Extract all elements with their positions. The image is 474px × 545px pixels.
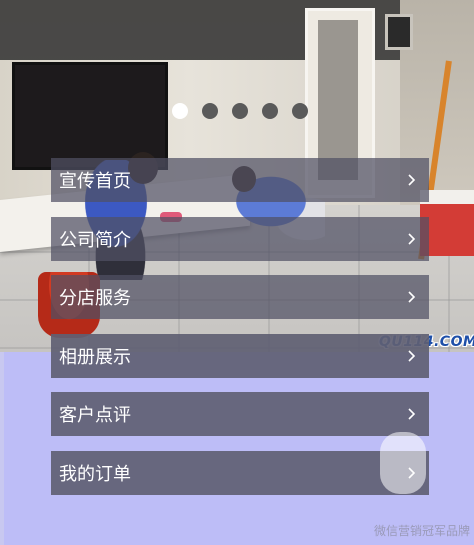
menu-item-label: 我的订单 [59, 464, 131, 485]
banner-pager [172, 103, 308, 119]
menu-item-photo-gallery[interactable]: 相册展示 [51, 334, 429, 378]
chevron-right-icon [405, 230, 419, 248]
pager-dot[interactable] [262, 103, 278, 119]
menu-item-company-intro[interactable]: 公司简介 [51, 217, 429, 261]
menu-item-label: 宣传首页 [59, 171, 131, 192]
chevron-right-icon [405, 288, 419, 306]
chevron-right-icon [405, 347, 419, 365]
left-edge-strip [0, 352, 4, 545]
menu-item-label: 客户点评 [59, 405, 131, 426]
pager-dot[interactable] [202, 103, 218, 119]
menu-item-customer-reviews[interactable]: 客户点评 [51, 392, 429, 436]
decorative-blob [380, 432, 426, 494]
pager-dot[interactable] [172, 103, 188, 119]
menu-item-label: 公司简介 [59, 230, 131, 251]
menu-item-label: 相册展示 [59, 347, 131, 368]
menu-item-branch-services[interactable]: 分店服务 [51, 275, 429, 319]
banner-picture-frame [385, 14, 413, 50]
menu-item-my-orders[interactable]: 我的订单 [51, 451, 429, 495]
chevron-right-icon [405, 405, 419, 423]
menu-item-home[interactable]: 宣传首页 [51, 158, 429, 202]
banner-doorway [318, 20, 358, 180]
menu-item-label: 分店服务 [59, 288, 131, 309]
pager-dot[interactable] [292, 103, 308, 119]
brand-watermark: 微信营销冠军品牌 [373, 524, 470, 538]
pager-dot[interactable] [232, 103, 248, 119]
chevron-right-icon [405, 171, 419, 189]
